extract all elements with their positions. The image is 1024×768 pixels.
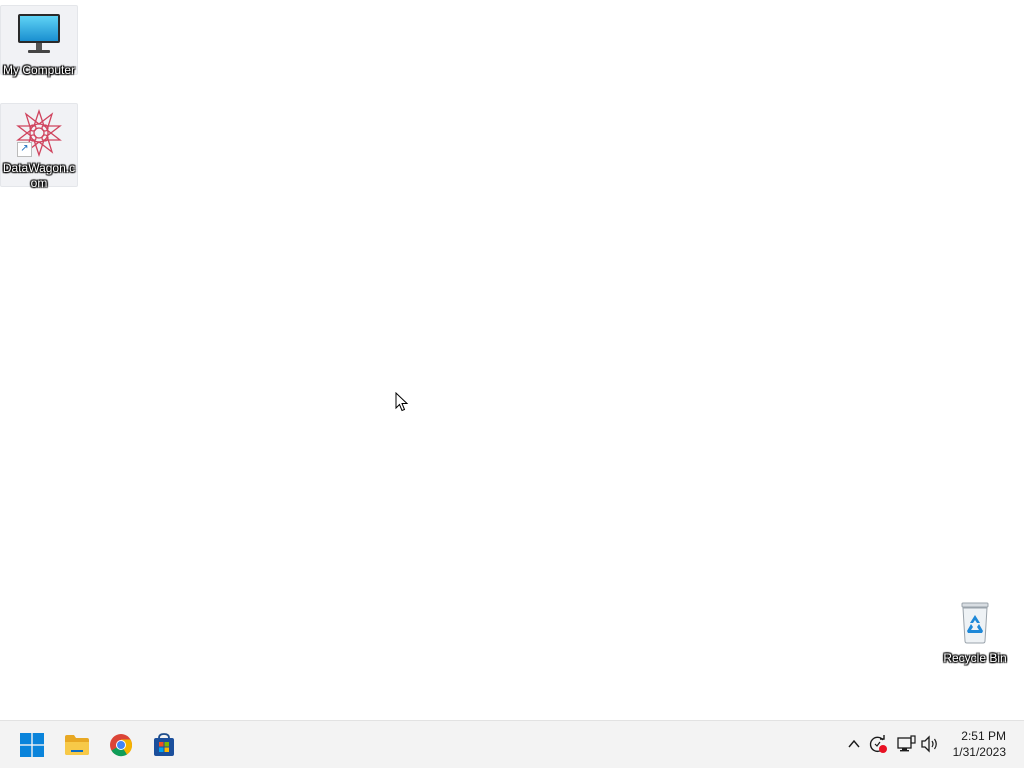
chevron-up-icon xyxy=(848,739,860,748)
start-button[interactable] xyxy=(12,726,52,764)
volume-button[interactable] xyxy=(919,733,941,755)
desktop-icon-recycle-bin[interactable]: Recycle Bin xyxy=(936,594,1014,665)
taskbar-microsoft-store[interactable] xyxy=(144,726,184,764)
mouse-cursor-icon xyxy=(395,392,409,412)
chrome-icon xyxy=(110,734,133,757)
recycle-bin-icon xyxy=(951,599,999,647)
desktop-icon-label: Recycle Bin xyxy=(943,651,1007,665)
network-button[interactable] xyxy=(895,733,917,755)
monitor-icon xyxy=(15,11,63,59)
shortcut-arrow-icon: ↗ xyxy=(17,142,32,157)
taskbar: 2:51 PM 1/31/2023 xyxy=(0,720,1024,768)
network-icon xyxy=(897,735,916,752)
desktop-icon-datawagon[interactable]: ↗ DataWagon.com xyxy=(0,103,78,190)
clock-time: 2:51 PM xyxy=(961,729,1006,743)
desktop-icon-label: DataWagon.com xyxy=(2,161,76,190)
folder-icon xyxy=(65,735,89,755)
taskbar-clock[interactable]: 2:51 PM 1/31/2023 xyxy=(953,728,1006,760)
sync-alert-button[interactable] xyxy=(867,733,889,755)
desktop-icon-label: My Computer xyxy=(2,63,76,77)
sync-alert-icon xyxy=(869,735,887,753)
datawagon-logo-icon: ↗ xyxy=(15,108,63,158)
clock-date: 1/31/2023 xyxy=(952,745,1006,759)
taskbar-file-explorer[interactable] xyxy=(57,726,97,764)
desktop[interactable]: My Computer ↗ DataWagon.com Recycle Bin xyxy=(0,0,1024,720)
show-hidden-icons-button[interactable] xyxy=(843,733,865,755)
windows-logo-icon xyxy=(20,733,44,757)
desktop-icon-my-computer[interactable]: My Computer xyxy=(0,5,78,77)
store-icon xyxy=(154,733,174,756)
volume-icon xyxy=(921,735,937,753)
taskbar-chrome[interactable] xyxy=(101,726,141,764)
